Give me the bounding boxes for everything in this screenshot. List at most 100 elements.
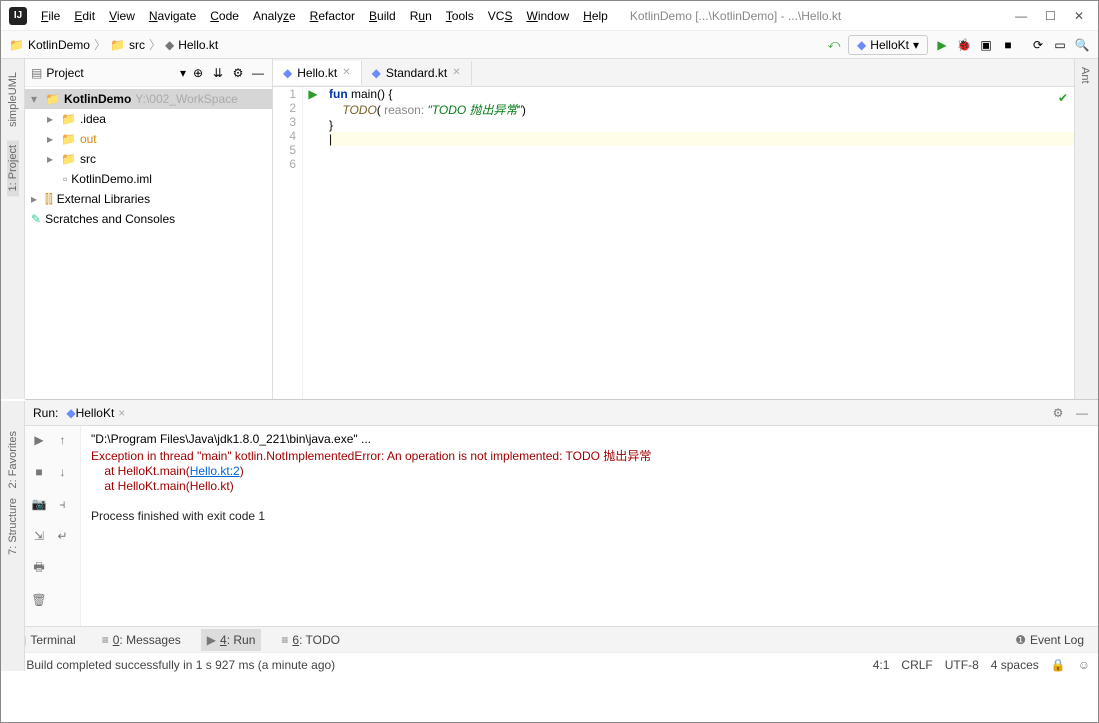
menu-refactor[interactable]: Refactor — [304, 6, 361, 26]
folder-icon: 📁 — [61, 112, 76, 126]
console-exception: Exception in thread "main" kotlin.NotImp… — [91, 449, 651, 463]
chevron-down-icon[interactable]: ▾ — [180, 66, 186, 80]
tab-standard[interactable]: ◆ Standard.kt ✕ — [362, 61, 472, 85]
hector-icon[interactable]: ☺ — [1078, 658, 1090, 672]
menu-file[interactable]: File — [35, 6, 66, 26]
maximize-icon[interactable]: ☐ — [1045, 9, 1056, 23]
exit-message: Process finished with exit code 1 — [91, 509, 265, 523]
chevron-right-icon: ▸ — [47, 152, 57, 166]
tool-ant[interactable]: Ant — [1075, 59, 1095, 92]
tool-favorites[interactable]: 2: Favorites — [7, 431, 19, 488]
build-icon[interactable]: ⤺ — [826, 37, 842, 53]
tab-event-log[interactable]: ❶Event Log — [1009, 629, 1090, 651]
code-editor[interactable]: 123456 ▶ fun main() { TODO( reason: "TOD… — [273, 87, 1074, 399]
file-encoding[interactable]: UTF-8 — [945, 658, 979, 672]
breadcrumb-project[interactable]: KotlinDemo — [28, 38, 90, 52]
run-tab-icon: ▶ — [207, 633, 216, 647]
menu-view[interactable]: View — [103, 6, 141, 26]
tree-root[interactable]: ▾ 📁 KotlinDemo Y:\002_WorkSpace — [25, 89, 272, 109]
run-icon[interactable]: ▶ — [934, 37, 950, 53]
run-toolbar: ▶ ↑ ■ ↓ 📷 ⫞ ⇲ ↵ 🖶 🗑 — [25, 426, 81, 626]
export-icon[interactable]: ⇲ — [31, 528, 47, 544]
up-icon[interactable]: ↑ — [55, 432, 71, 448]
main-area: simpleUML 1: Project ▤ Project ▾ ⊕ ⇊ ⚙ —… — [1, 59, 1098, 399]
left-tool-strip-lower: 2: Favorites 7: Structure — [1, 401, 25, 671]
tool-structure[interactable]: 7: Structure — [7, 498, 19, 555]
print-icon[interactable]: 🖶 — [31, 560, 47, 576]
close-tab-icon[interactable]: ✕ — [452, 67, 460, 78]
menu-run[interactable]: Run — [404, 6, 438, 26]
down-icon[interactable]: ↓ — [55, 464, 71, 480]
tree-root-path: Y:\002_WorkSpace — [135, 92, 238, 106]
run-config-selector[interactable]: ◆ HelloKt ▾ — [848, 35, 928, 55]
stop-icon[interactable]: ■ — [1000, 37, 1016, 53]
chevron-right-icon: 〉 — [94, 36, 106, 53]
update-icon[interactable]: ⟳ — [1030, 37, 1046, 53]
capture-icon[interactable]: 📷 — [31, 496, 47, 512]
gear-icon[interactable]: ⚙ — [230, 65, 246, 81]
gear-icon[interactable]: ⚙ — [1050, 405, 1066, 421]
window-title: KotlinDemo [...\KotlinDemo] - ...\Hello.… — [630, 9, 841, 23]
hide-icon[interactable]: — — [1074, 405, 1090, 421]
chevron-right-icon: ▸ — [31, 192, 41, 206]
console-output[interactable]: "D:\Program Files\Java\jdk1.8.0_221\bin\… — [81, 426, 1098, 626]
tab-hello[interactable]: ◆ Hello.kt ✕ — [273, 61, 362, 85]
tree-iml[interactable]: ▫ KotlinDemo.iml — [25, 169, 272, 189]
inspection-ok-icon[interactable]: ✔ — [1058, 91, 1068, 105]
rerun-icon[interactable]: ▶ — [31, 432, 47, 448]
breadcrumb-src[interactable]: src — [129, 38, 145, 52]
tab-run[interactable]: ▶4: Run — [201, 629, 262, 651]
tab-messages[interactable]: ≡0: Messages — [96, 629, 187, 651]
tree-idea[interactable]: ▸ 📁 .idea — [25, 109, 272, 129]
caret-position[interactable]: 4:1 — [873, 658, 890, 672]
menu-code[interactable]: Code — [204, 6, 245, 26]
tree-scratches[interactable]: ✎ Scratches and Consoles — [25, 209, 272, 229]
search-icon[interactable]: 🔍 — [1074, 37, 1090, 53]
line-separator[interactable]: CRLF — [901, 658, 932, 672]
tree-ext-libs[interactable]: ▸ ⫿⫿ External Libraries — [25, 189, 272, 209]
library-icon: ⫿⫿ — [45, 192, 53, 207]
menu-window[interactable]: Window — [520, 6, 575, 26]
hide-icon[interactable]: — — [250, 65, 266, 81]
chevron-right-icon: ▸ — [47, 112, 57, 126]
kotlin-file-icon: ◆ — [165, 38, 174, 52]
breadcrumb-file[interactable]: Hello.kt — [178, 38, 218, 52]
tree-src[interactable]: ▸ 📁 src — [25, 149, 272, 169]
chevron-right-icon: 〉 — [149, 36, 161, 53]
folder-icon: 📁 — [9, 38, 24, 52]
avd-icon[interactable]: ▭ — [1052, 37, 1068, 53]
menu-analyze[interactable]: Analyze — [247, 6, 302, 26]
code-content[interactable]: fun main() { TODO( reason: "TODO 抛出异常") … — [323, 87, 1074, 399]
menu-build[interactable]: Build — [363, 6, 402, 26]
menu-help[interactable]: Help — [577, 6, 614, 26]
bottom-tool-tabs: ▣Terminal ≡0: Messages ▶4: Run ≡6: TODO … — [1, 626, 1098, 652]
tree-out[interactable]: ▸ 📁 out — [25, 129, 272, 149]
tool-simpleuml[interactable]: simpleUML — [7, 67, 19, 132]
menu-edit[interactable]: Edit — [68, 6, 101, 26]
stacktrace-link[interactable]: Hello.kt:2 — [190, 464, 240, 478]
trash-icon[interactable]: 🗑 — [31, 592, 47, 608]
kotlin-icon: ◆ — [372, 66, 381, 80]
debug-icon[interactable]: 🐞 — [956, 37, 972, 53]
menu-navigate[interactable]: Navigate — [143, 6, 202, 26]
close-icon[interactable]: ✕ — [1074, 9, 1084, 23]
wrap-icon[interactable]: ↵ — [55, 528, 71, 544]
coverage-icon[interactable]: ▣ — [978, 37, 994, 53]
indent-setting[interactable]: 4 spaces — [991, 658, 1039, 672]
close-tab-icon[interactable]: ✕ — [342, 67, 350, 78]
gutter-actions[interactable]: ▶ — [303, 87, 323, 399]
tool-project[interactable]: 1: Project — [7, 140, 19, 196]
messages-icon: ≡ — [102, 633, 109, 647]
lock-icon[interactable]: 🔒 — [1051, 658, 1066, 672]
menu-vcs[interactable]: VCS — [482, 6, 519, 26]
target-icon[interactable]: ⊕ — [190, 65, 206, 81]
collapse-icon[interactable]: ⇊ — [210, 65, 226, 81]
stop-icon[interactable]: ■ — [31, 464, 47, 480]
menu-tools[interactable]: Tools — [440, 6, 480, 26]
folder-icon: 📁 — [45, 92, 60, 106]
layout-icon[interactable]: ⫞ — [55, 496, 71, 512]
minimize-icon[interactable]: ― — [1015, 9, 1027, 23]
close-run-tab-icon[interactable]: × — [118, 406, 125, 420]
tab-todo[interactable]: ≡6: TODO — [275, 629, 346, 651]
console-cmd: "D:\Program Files\Java\jdk1.8.0_221\bin\… — [91, 432, 371, 446]
